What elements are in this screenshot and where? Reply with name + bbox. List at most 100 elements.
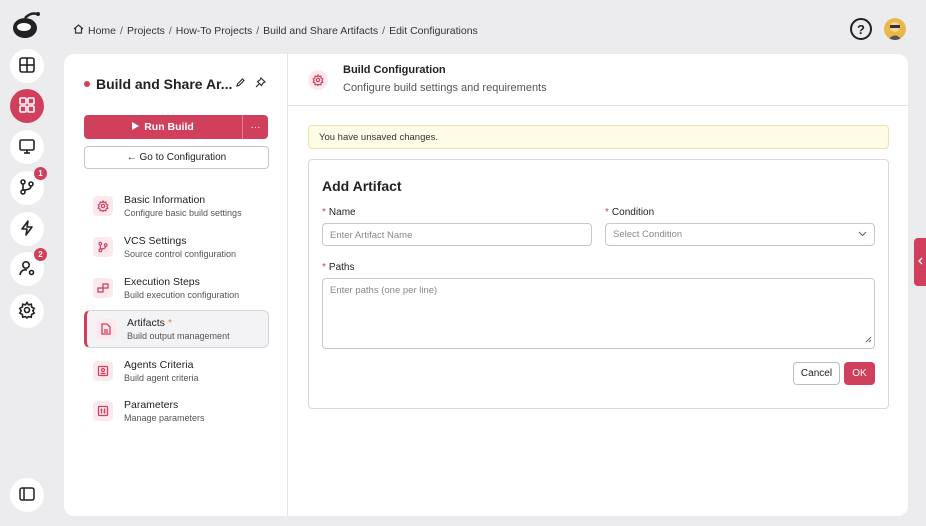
rail-users-button[interactable]: 2 [10, 248, 47, 286]
run-build-button[interactable]: Run Build ··· [84, 115, 268, 139]
gear-icon [93, 196, 113, 216]
status-dot [84, 81, 90, 87]
breadcrumb-howto-projects[interactable]: How-To Projects [176, 25, 252, 37]
gear-icon [308, 70, 328, 90]
nav-label: Basic Information [124, 194, 206, 206]
nav-label: Artifacts [127, 317, 165, 329]
side-panel-toggle[interactable] [914, 238, 926, 286]
breadcrumb-current: Edit Configurations [389, 24, 478, 37]
sidebar-toggle-icon [19, 486, 35, 504]
resize-grip-icon[interactable] [865, 335, 872, 346]
top-actions: ? [850, 18, 906, 40]
steps-icon [93, 278, 113, 298]
paths-textarea[interactable]: Enter paths (one per line) [322, 278, 875, 349]
breadcrumb-projects[interactable]: Projects [127, 25, 165, 37]
required-mark: * [605, 207, 609, 218]
app-logo-icon[interactable] [11, 10, 41, 40]
avatar[interactable] [884, 18, 906, 40]
sliders-icon [93, 401, 113, 421]
section-title: Build Configuration [343, 64, 446, 76]
file-icon [96, 319, 116, 339]
branch-icon [93, 237, 113, 257]
nav-sub: Manage parameters [124, 413, 205, 423]
run-build-more-button[interactable]: ··· [243, 115, 268, 139]
nav-sub: Configure basic build settings [124, 208, 242, 218]
ok-button[interactable]: OK [844, 362, 875, 385]
breadcrumb-home[interactable]: Home [88, 25, 116, 37]
paths-placeholder: Enter paths (one per line) [330, 285, 438, 296]
breadcrumb: Home / Projects / How-To Projects / Buil… [73, 24, 478, 37]
monitor-icon [18, 137, 36, 158]
required-mark: * [322, 262, 326, 273]
main-card: Build and Share Ar... Run Build ··· ← Go… [64, 54, 908, 516]
nav-label: Agents Criteria [124, 359, 194, 371]
left-rail: 1 2 [0, 0, 52, 526]
gear-icon [18, 300, 36, 322]
nav-parameters[interactable]: Parameters Manage parameters [84, 392, 269, 430]
cancel-button[interactable]: Cancel [793, 362, 840, 385]
users-badge: 2 [34, 248, 47, 261]
condition-select[interactable]: Select Condition [605, 223, 875, 246]
name-label-text: Name [328, 207, 356, 218]
home-icon[interactable] [73, 24, 84, 37]
unsaved-changes-alert: You have unsaved changes. [308, 125, 889, 149]
rail-vcs-button[interactable]: 1 [10, 167, 47, 205]
chevron-down-icon [858, 229, 867, 240]
rail-projects-button[interactable] [10, 89, 44, 123]
breadcrumb-project[interactable]: Build and Share Artifacts [263, 25, 378, 37]
breadcrumb-separator: / [168, 24, 172, 37]
rail-monitor-button[interactable] [10, 130, 44, 164]
condition-label: * Condition [605, 207, 654, 218]
nav-label: Parameters [124, 399, 179, 411]
collapse-sidebar-button[interactable] [10, 478, 44, 512]
pencil-icon[interactable] [235, 77, 246, 91]
branch-icon [18, 178, 36, 199]
nav-artifacts[interactable]: Artifacts * Build output management [84, 310, 269, 348]
paths-label-text: Paths [328, 262, 355, 273]
rail-activity-button[interactable] [10, 212, 44, 246]
play-icon [132, 121, 140, 133]
nav-vcs-settings[interactable]: VCS Settings Source control configuratio… [84, 228, 269, 266]
config-sidebar: Build and Share Ar... Run Build ··· ← Go… [64, 54, 288, 516]
paths-label: * Paths [322, 262, 354, 273]
chevron-left-icon [917, 257, 923, 267]
nav-execution-steps[interactable]: Execution Steps Build execution configur… [84, 269, 269, 307]
run-build-main[interactable]: Run Build [84, 115, 243, 139]
section-header: Build Configuration Configure build sett… [288, 54, 908, 106]
nav-label-row: Artifacts * [127, 317, 230, 329]
nav-label: Execution Steps [124, 276, 200, 288]
breadcrumb-separator: / [382, 24, 386, 37]
breadcrumb-separator: / [120, 24, 123, 37]
section-subtitle: Configure build settings and requirement… [343, 82, 547, 94]
grid-icon [18, 96, 36, 117]
breadcrumb-separator: / [256, 24, 260, 37]
required-mark: * [322, 207, 326, 218]
nav-label: VCS Settings [124, 235, 187, 247]
pin-icon[interactable] [255, 76, 267, 91]
nav-sub: Build agent criteria [124, 373, 199, 383]
condition-label-text: Condition [611, 207, 655, 218]
add-artifact-form: Add Artifact * Name Enter Artifact Name *… [308, 159, 889, 409]
artifact-name-input[interactable]: Enter Artifact Name [322, 223, 592, 246]
run-build-label: Run Build [144, 121, 194, 133]
nav-basic-information[interactable]: Basic Information Configure basic build … [84, 187, 269, 225]
user-gear-icon [18, 259, 36, 280]
rail-dashboard-button[interactable] [10, 49, 44, 83]
form-title: Add Artifact [322, 178, 402, 194]
nav-agents-criteria[interactable]: Agents Criteria Build agent criteria [84, 352, 269, 390]
go-to-configuration-button[interactable]: ← Go to Configuration [84, 146, 269, 169]
rail-settings-button[interactable] [10, 294, 44, 328]
layout-icon [18, 56, 36, 77]
agent-icon [93, 361, 113, 381]
nav-sub: Build output management [127, 331, 230, 341]
unsaved-star: * [167, 317, 173, 329]
project-title: Build and Share Ar... [96, 76, 233, 92]
nav-sub: Source control configuration [124, 249, 237, 259]
name-label: * Name [322, 207, 356, 218]
nav-sub: Build execution configuration [124, 290, 240, 300]
help-icon[interactable]: ? [850, 18, 872, 40]
condition-placeholder: Select Condition [613, 229, 683, 240]
vcs-badge: 1 [34, 167, 47, 180]
project-title-row: Build and Share Ar... [84, 76, 232, 92]
bolt-icon [18, 219, 36, 240]
